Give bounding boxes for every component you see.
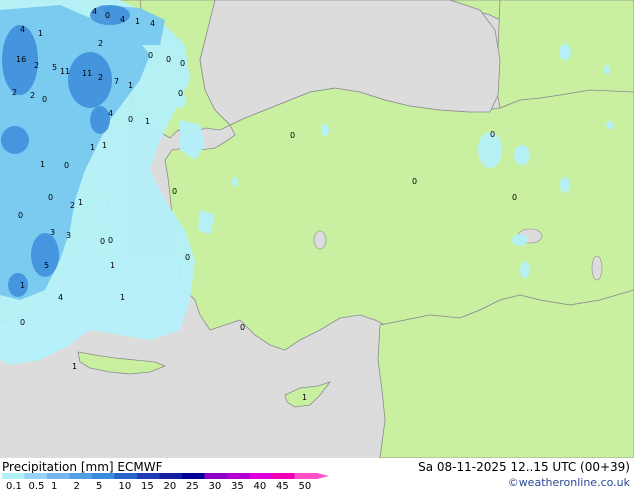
scale-tick-label: 1 — [51, 481, 57, 490]
precip-value: 5 — [44, 261, 49, 270]
precip-value: 0 — [64, 161, 69, 170]
precip-value: 0 — [172, 187, 177, 196]
precip-value: 11 — [82, 69, 92, 78]
scale-swatch — [227, 473, 250, 479]
precip-value: 0 — [148, 51, 153, 60]
scale-tick-label: 0.5 — [29, 481, 45, 490]
scale-tick-label: 5 — [96, 481, 102, 490]
scale-swatch — [47, 473, 70, 479]
precip-value: 1 — [72, 362, 77, 371]
precip-value: 0 — [512, 193, 517, 202]
precip-value: 2 — [34, 61, 39, 70]
precip-value: 1 — [102, 141, 107, 150]
scale-swatch — [182, 473, 205, 479]
precip-value: 4 — [20, 25, 25, 34]
precip-value: 1 — [120, 293, 125, 302]
precip-value: 4 — [108, 109, 113, 118]
precipitation-map: 44 10441162 5 1 11 2272410253412311 110 01000 10… — [0, 0, 634, 458]
precip-value: 2 — [98, 73, 103, 82]
precip-value: 0 — [166, 55, 171, 64]
precip-value: 0 — [178, 89, 183, 98]
precip-value: 4 — [120, 15, 125, 24]
precip-value: 0 — [48, 193, 53, 202]
precip-value: 3 — [50, 228, 55, 237]
precip-value: 1 — [128, 81, 133, 90]
legend-title: Precipitation [mm] ECMWF — [2, 460, 162, 474]
precip-value: 0 — [108, 236, 113, 245]
precip-value: 0 — [20, 318, 25, 327]
precip-value: 4 — [92, 7, 97, 16]
scale-tick-label: 15 — [141, 481, 154, 490]
precip-value: 1 — [40, 160, 45, 169]
precip-value: 0 — [42, 95, 47, 104]
scale-swatch — [69, 473, 92, 479]
scale-swatch — [272, 473, 295, 479]
legend-title-text: Precipitation [mm] — [2, 460, 114, 474]
precip-value: 0 — [490, 130, 495, 139]
scale-arrow — [317, 473, 329, 479]
map-area: 4 4 1 0 4 4 1 16 2 5 1 11 2 2 7 2 4 1 0 2 5 3 4 1 2 3 1 1 1 1 0 0 1 0 0 0 1 0… — [0, 0, 634, 458]
precip-value: 0 — [185, 253, 190, 262]
lake-tuz — [313, 230, 327, 250]
scale-swatch — [114, 473, 137, 479]
lake-urmia — [591, 255, 603, 281]
precip-value: 0 — [412, 177, 417, 186]
precip-value: 1 — [135, 17, 140, 26]
scale-swatch — [294, 473, 317, 479]
precip-value: 1 — [78, 198, 83, 207]
precip-value: 4 — [150, 19, 155, 28]
color-scale: 0.1 0.5 1 2 5 10 15 20 25 30 35 40 45 50 — [2, 473, 329, 490]
precip-value: 0 — [290, 131, 295, 140]
precip-value: 2 — [98, 39, 103, 48]
scale-swatch — [204, 473, 227, 479]
precip-value: 3 — [66, 231, 71, 240]
precip-value: 4 — [58, 293, 63, 302]
scale-tick-label: 30 — [209, 481, 222, 490]
scale-swatch — [24, 473, 47, 479]
precip-value: 2 — [70, 201, 75, 210]
precip-value: 0 — [105, 11, 110, 20]
precip-value: 1 — [65, 67, 70, 76]
precip-value: 1 — [145, 117, 150, 126]
scale-swatch — [2, 473, 25, 479]
precip-value: 1 — [20, 281, 25, 290]
precip-value: 5 — [52, 63, 57, 72]
scale-swatch — [159, 473, 182, 479]
precip-value: 0 — [18, 211, 23, 220]
precip-value: 1 — [302, 393, 307, 402]
scale-tick-label: 10 — [119, 481, 132, 490]
precip-value: 7 — [114, 77, 119, 86]
scale-tick-label: 25 — [186, 481, 199, 490]
scale-swatch — [137, 473, 160, 479]
scale-tick-label: 40 — [254, 481, 267, 490]
precip-value: 1 — [38, 29, 43, 38]
precip-value: 1 — [60, 67, 65, 76]
precip-value: 0 — [240, 323, 245, 332]
precip-value: 1 — [90, 143, 95, 152]
scale-tick-label: 45 — [276, 481, 289, 490]
scale-swatch — [249, 473, 272, 479]
legend-footer: Precipitation [mm] ECMWF Sa 08-11-2025 1… — [0, 458, 634, 490]
precip-value: 1 — [110, 261, 115, 270]
scale-tick-label: 20 — [164, 481, 177, 490]
precip-value: 0 — [180, 59, 185, 68]
scale-tick-label: 0.1 — [6, 481, 22, 490]
precip-value: 0 — [100, 237, 105, 246]
precip-value: 16 — [16, 55, 26, 64]
scale-tick-label: 35 — [231, 481, 244, 490]
precip-value: 0 — [128, 115, 133, 124]
precip-value: 2 — [30, 91, 35, 100]
credit-text: ©weatheronline.co.uk — [507, 476, 630, 489]
scale-tick-label: 50 — [299, 481, 312, 490]
legend-datetime: Sa 08-11-2025 12..15 UTC (00+39) — [418, 460, 630, 474]
scale-tick-label: 2 — [74, 481, 80, 490]
precip-value: 2 — [12, 88, 17, 97]
scale-swatch — [92, 473, 115, 479]
legend-model: ECMWF — [117, 460, 163, 474]
